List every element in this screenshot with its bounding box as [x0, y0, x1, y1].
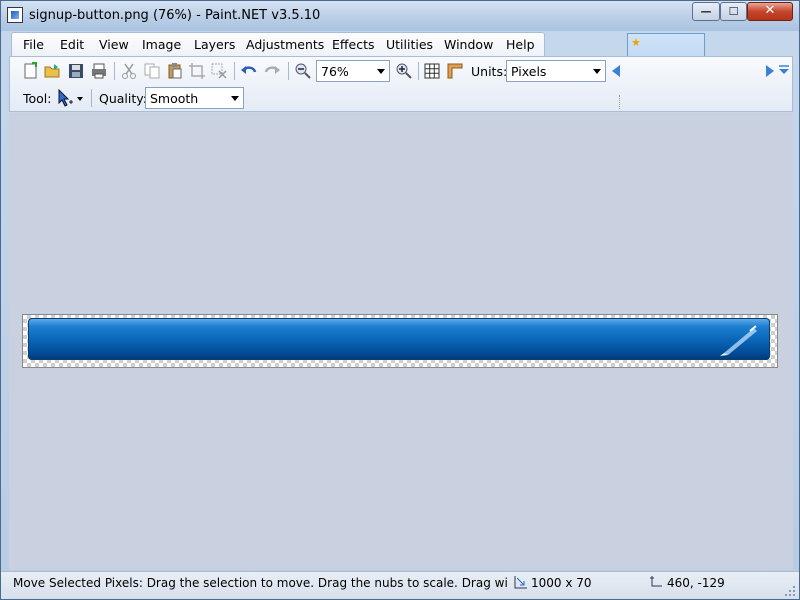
minimize-icon: — [700, 5, 712, 18]
units-dropdown[interactable]: Pixels [506, 60, 606, 82]
toolbar-separator [288, 62, 289, 80]
copy-icon[interactable] [143, 62, 161, 80]
scroll-right-arrow-icon[interactable] [764, 64, 776, 78]
scroll-left-arrow-icon[interactable] [610, 64, 622, 78]
pencil-icon [720, 325, 757, 356]
menu-utilities[interactable]: Utilities [386, 37, 433, 52]
toolbar-separator [114, 62, 115, 80]
undo-icon[interactable] [240, 62, 258, 80]
cursor-position-readout: 460, -129 [667, 576, 725, 590]
quality-value: Smooth [150, 91, 199, 106]
move-selected-pixels-icon[interactable] [56, 89, 74, 107]
cursor-position-icon [650, 576, 662, 587]
open-file-icon[interactable] [43, 62, 61, 80]
print-icon[interactable] [90, 62, 108, 80]
minimize-button[interactable]: — [692, 2, 720, 21]
save-icon[interactable] [67, 62, 85, 80]
star-icon: ★ [631, 36, 641, 49]
image-size-readout: 1000 x 70 [531, 576, 592, 590]
quality-label: Quality: [99, 91, 147, 106]
deselect-icon[interactable] [210, 62, 228, 80]
ruler-icon[interactable] [446, 62, 464, 80]
menu-effects[interactable]: Effects [332, 37, 375, 52]
menu-adjustments[interactable]: Adjustments [246, 37, 324, 52]
toolbar-area: 76% Units: Pixels Tool: Quality: Smooth [9, 56, 793, 112]
chevron-down-icon [593, 69, 601, 74]
menu-edit[interactable]: Edit [60, 37, 84, 52]
menu-view[interactable]: View [99, 37, 129, 52]
toolbar-options-icon[interactable] [778, 63, 790, 77]
canvas-area[interactable] [9, 113, 793, 570]
menu-layers[interactable]: Layers [194, 37, 235, 52]
resize-grip-icon[interactable] [785, 586, 795, 596]
menu-window[interactable]: Window [444, 37, 493, 52]
image-canvas[interactable] [22, 314, 778, 368]
chevron-down-icon [231, 96, 239, 101]
menu-bar: File Edit View Image Layers Adjustments … [11, 32, 545, 56]
grid-icon[interactable] [423, 62, 441, 80]
toolbar-separator [234, 62, 235, 80]
status-message: Move Selected Pixels: Drag the selection… [13, 576, 507, 590]
paint-net-app-icon[interactable] [7, 7, 23, 23]
zoom-value: 76% [321, 64, 349, 79]
zoom-out-icon[interactable] [294, 62, 312, 80]
new-file-icon[interactable] [22, 62, 40, 80]
menu-image[interactable]: Image [142, 37, 181, 52]
title-bar[interactable]: signup-button.png (76%) - Paint.NET v3.5… [1, 1, 799, 31]
units-label: Units: [471, 64, 508, 79]
cut-icon[interactable] [120, 62, 138, 80]
close-icon: ✕ [764, 3, 776, 18]
status-bar: Move Selected Pixels: Drag the selection… [1, 571, 799, 599]
quality-dropdown[interactable]: Smooth [145, 87, 244, 109]
redo-icon[interactable] [263, 62, 281, 80]
window-title: signup-button.png (76%) - Paint.NET v3.5… [29, 8, 321, 23]
paste-icon[interactable] [166, 62, 184, 80]
menu-file[interactable]: File [23, 37, 44, 52]
maximize-button[interactable]: ☐ [720, 2, 747, 21]
close-button[interactable]: ✕ [747, 2, 793, 21]
paint-net-window: signup-button.png (76%) - Paint.NET v3.5… [0, 0, 800, 600]
tool-label: Tool: [23, 91, 52, 106]
chevron-down-icon[interactable] [77, 97, 83, 101]
chevron-down-icon [377, 69, 385, 74]
toolbar-separator [91, 89, 92, 107]
maximize-icon: ☐ [728, 5, 739, 18]
toolbar-grip [619, 95, 621, 109]
crop-icon[interactable] [188, 62, 206, 80]
menu-help[interactable]: Help [506, 37, 535, 52]
zoom-dropdown[interactable]: 76% [316, 60, 390, 82]
zoom-in-icon[interactable] [395, 62, 413, 80]
toolbar-separator [418, 62, 419, 80]
signup-button-image [28, 318, 770, 360]
units-value: Pixels [511, 64, 547, 79]
image-size-icon [514, 576, 527, 589]
